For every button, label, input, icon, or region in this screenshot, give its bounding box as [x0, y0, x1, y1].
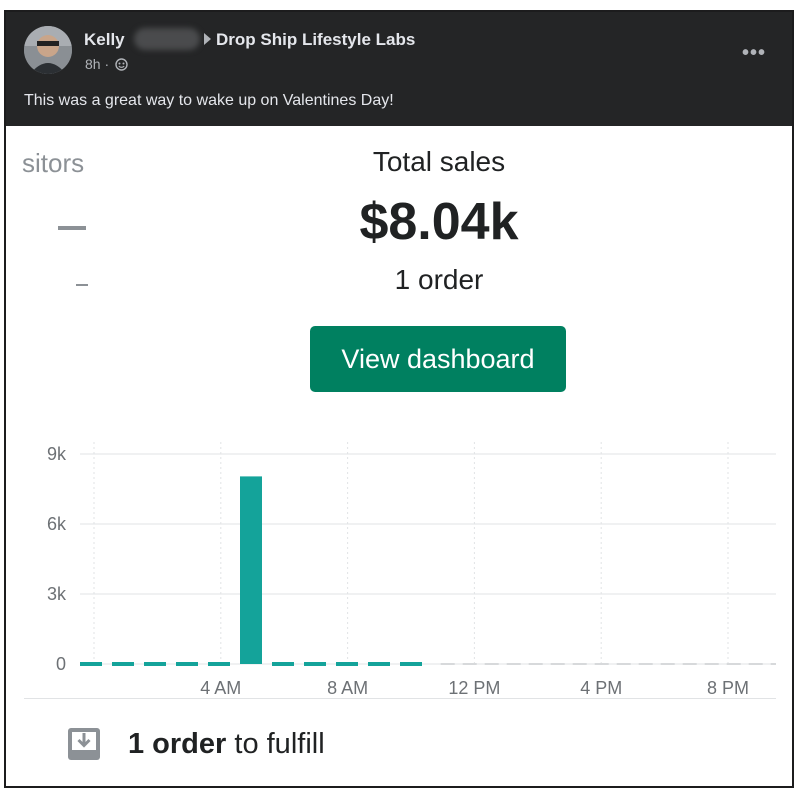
post-caption: This was a great way to wake up on Valen… — [24, 92, 394, 109]
fulfill-row[interactable]: 1 order to fulfill — [66, 724, 325, 764]
post-header: Kelly Drop Ship Lifestyle Labs 8h · ••• … — [6, 12, 792, 126]
x-tick-label: 4 AM — [200, 678, 241, 696]
y-tick-label: 6k — [47, 514, 67, 534]
facebook-post: Kelly Drop Ship Lifestyle Labs 8h · ••• … — [4, 10, 794, 788]
bar — [304, 662, 326, 666]
audience-icon — [115, 58, 128, 71]
bar — [144, 662, 166, 666]
x-tick-label: 12 PM — [448, 678, 500, 696]
post-meta: 8h · — [85, 56, 128, 72]
redacted-name — [134, 28, 200, 50]
total-sales-label: Total sales — [372, 146, 506, 177]
fulfill-icon — [68, 728, 100, 760]
post-time[interactable]: 8h · — [85, 56, 109, 72]
divider — [24, 698, 776, 699]
bar — [400, 662, 422, 666]
orders-count: 1 order — [394, 264, 484, 295]
bar — [176, 662, 198, 666]
more-options-icon[interactable]: ••• — [742, 42, 766, 65]
group-name[interactable]: Drop Ship Lifestyle Labs — [216, 30, 415, 50]
y-tick-label: 9k — [47, 444, 67, 464]
x-tick-label: 8 AM — [327, 678, 368, 696]
y-tick-label: 0 — [56, 654, 66, 674]
fulfill-text: 1 order to fulfill — [128, 728, 325, 761]
shopify-screenshot: sitors Total sales $8.04k 1 order View d… — [6, 126, 792, 786]
author-avatar[interactable] — [24, 26, 72, 74]
bar — [368, 662, 390, 666]
bar — [240, 476, 262, 664]
author-name[interactable]: Kelly — [84, 30, 125, 50]
bar — [336, 662, 358, 666]
bar — [272, 662, 294, 666]
view-dashboard-button[interactable]: View dashboard — [310, 326, 566, 392]
x-tick-label: 8 PM — [707, 678, 749, 696]
fulfill-suffix: to fulfill — [226, 727, 325, 760]
x-tick-label: 4 PM — [580, 678, 622, 696]
y-tick-label: 3k — [47, 584, 67, 604]
bar — [208, 662, 230, 666]
avatar-image — [24, 26, 72, 74]
bar — [80, 662, 102, 666]
bar — [112, 662, 134, 666]
triangle-right-icon — [204, 33, 211, 45]
fulfill-count: 1 order — [128, 727, 227, 760]
sales-chart: 0 3k 6k 9k 4 AM 8 AM 12 PM 4 PM 8 PM — [47, 442, 776, 696]
total-sales-value: $8.04k — [359, 193, 519, 251]
